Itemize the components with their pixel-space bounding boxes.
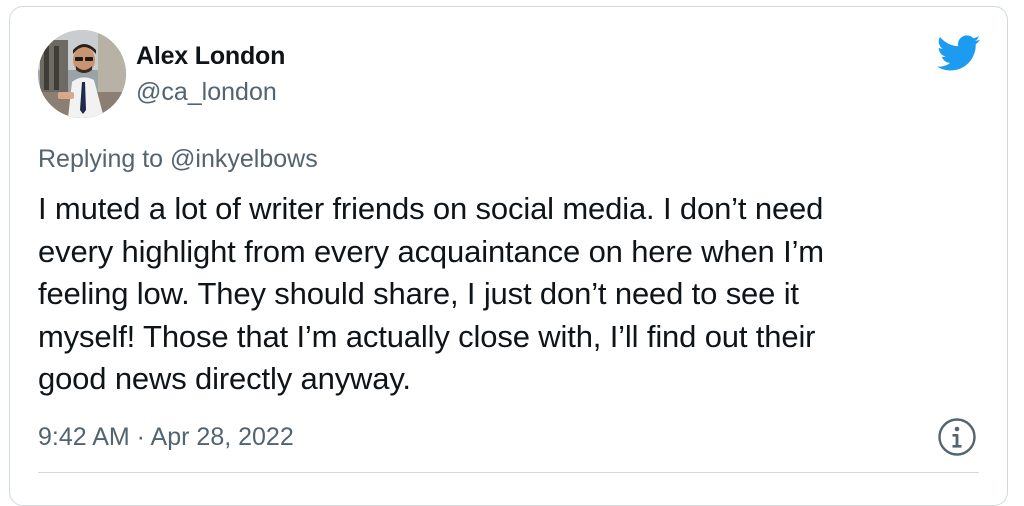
tweet-card: Alex London @ca_london Replying to @inky…: [9, 6, 1008, 506]
reply-mention-link[interactable]: @inkyelbows: [170, 145, 318, 173]
avatar-photo-icon: [38, 30, 126, 118]
author-display-name[interactable]: Alex London: [136, 42, 285, 71]
reply-context: Replying to @inkyelbows: [38, 145, 318, 174]
avatar[interactable]: [38, 30, 126, 118]
author-handle[interactable]: @ca_london: [136, 78, 277, 107]
twitter-bird-icon[interactable]: [935, 34, 981, 72]
tweet-text: I muted a lot of writer friends on socia…: [38, 191, 824, 396]
reply-prefix: Replying to: [38, 145, 171, 173]
divider: [38, 472, 979, 473]
tweet-timestamp[interactable]: 9:42 AM · Apr 28, 2022: [38, 423, 294, 452]
info-icon[interactable]: [936, 416, 978, 458]
